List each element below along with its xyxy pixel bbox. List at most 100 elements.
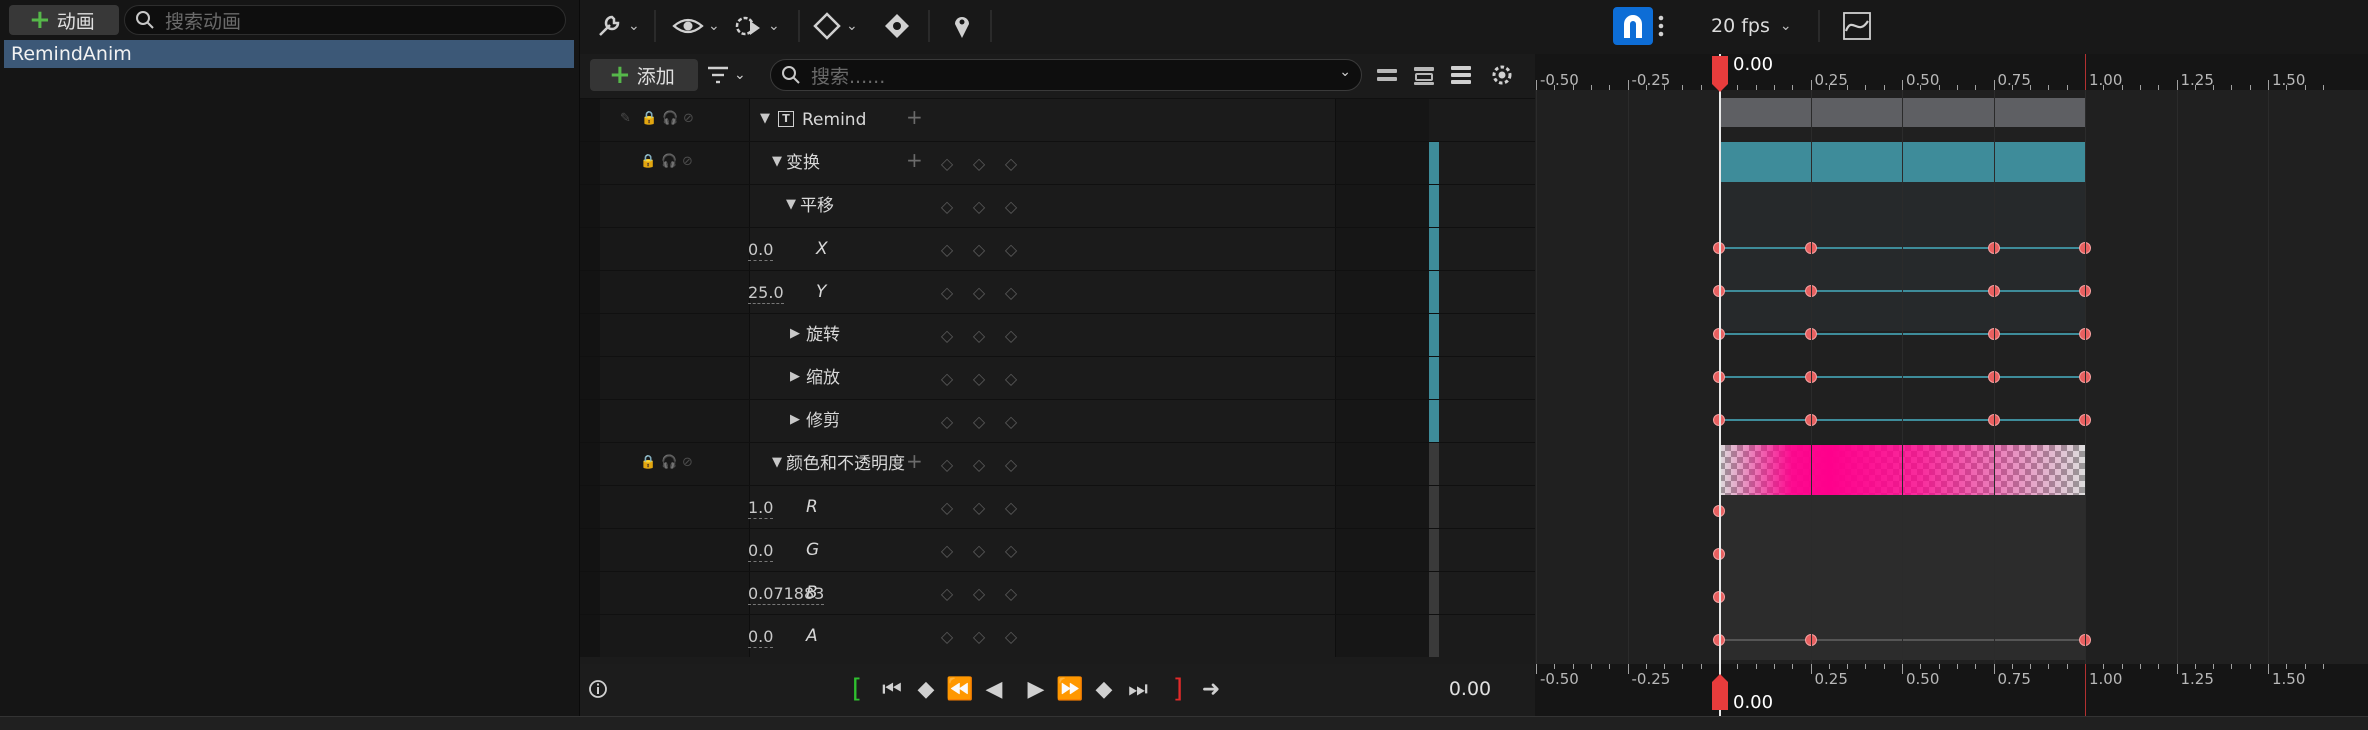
chevron-right-icon[interactable]: ▶ bbox=[790, 412, 800, 427]
track-row[interactable]: A 0.0 ◇ ◇ ◇ bbox=[580, 614, 1535, 657]
prev-key-icon[interactable]: ◇ bbox=[936, 240, 958, 259]
next-key-icon[interactable]: ◇ bbox=[1000, 627, 1022, 646]
add-key-icon[interactable]: ◇ bbox=[968, 455, 990, 474]
pin-icon[interactable]: ✎ bbox=[620, 111, 631, 126]
marker-button[interactable] bbox=[952, 8, 972, 44]
chevron-down-icon[interactable]: ▼ bbox=[772, 154, 782, 169]
track-value-field[interactable]: 0.0 bbox=[748, 627, 774, 648]
prev-key-icon[interactable]: ◇ bbox=[936, 627, 958, 646]
snap-toggle-button[interactable] bbox=[1613, 7, 1653, 45]
prev-key-icon[interactable]: ◇ bbox=[936, 584, 958, 603]
mute-icon[interactable]: ⊘ bbox=[682, 154, 693, 169]
playback-options-button[interactable]: ⌄ bbox=[732, 8, 780, 44]
add-key-icon[interactable]: ◇ bbox=[968, 154, 990, 173]
key-options-button[interactable]: ⌄ bbox=[812, 8, 858, 44]
prev-frame-button[interactable]: ⏪ bbox=[946, 674, 974, 704]
track-row[interactable]: ✎ 🔒 🎧 ⊘ ▼ T Remind + bbox=[580, 98, 1535, 141]
animation-list-item[interactable]: RemindAnim bbox=[4, 40, 574, 68]
next-frame-button[interactable]: ⏩ bbox=[1056, 674, 1084, 704]
prev-key-icon[interactable]: ◇ bbox=[936, 412, 958, 431]
jump-to-start-button[interactable]: ⏮ bbox=[878, 674, 906, 704]
next-key-icon[interactable]: ◇ bbox=[1000, 154, 1022, 173]
prev-key-icon[interactable]: ◇ bbox=[936, 326, 958, 345]
chevron-right-icon[interactable]: ▶ bbox=[790, 326, 800, 341]
next-key-icon[interactable]: ◇ bbox=[1000, 326, 1022, 345]
add-key-icon[interactable]: ◇ bbox=[968, 584, 990, 603]
add-key-icon[interactable]: ◇ bbox=[968, 283, 990, 302]
list-view-icon[interactable] bbox=[1448, 62, 1474, 88]
time-ruler-bottom[interactable]: -0.50 -0.25 0.25 0.50 0.75 1.00 1.25 1.50 bbox=[1535, 664, 2368, 700]
chevron-right-icon[interactable]: ▶ bbox=[790, 369, 800, 384]
next-key-icon[interactable]: ◇ bbox=[1000, 455, 1022, 474]
prev-key-icon[interactable]: ◇ bbox=[936, 369, 958, 388]
mute-icon[interactable]: ⊘ bbox=[683, 111, 694, 126]
next-key-icon[interactable]: ◇ bbox=[1000, 197, 1022, 216]
add-key-icon[interactable]: ◇ bbox=[968, 240, 990, 259]
playhead-handle-bottom[interactable] bbox=[1710, 672, 1730, 712]
track-row[interactable]: Y 25.0 ◇ ◇ ◇ bbox=[580, 270, 1535, 313]
set-start-button[interactable]: [ bbox=[845, 674, 869, 704]
add-track-button[interactable]: + 添加 bbox=[590, 59, 698, 91]
add-key-icon[interactable]: ◇ bbox=[968, 197, 990, 216]
settings-gear-icon[interactable] bbox=[1489, 62, 1515, 88]
set-end-button[interactable]: ] bbox=[1166, 674, 1190, 704]
add-subtrack-icon[interactable]: + bbox=[906, 449, 923, 473]
next-key-icon[interactable]: ◇ bbox=[1000, 240, 1022, 259]
track-row[interactable]: G 0.0 ◇ ◇ ◇ bbox=[580, 528, 1535, 571]
add-key-icon[interactable]: ◇ bbox=[968, 627, 990, 646]
loop-button[interactable]: ➜ bbox=[1196, 674, 1226, 704]
track-row[interactable]: R 1.0 ◇ ◇ ◇ bbox=[580, 485, 1535, 528]
time-ruler-top[interactable]: -0.50 -0.25 0.25 0.50 0.75 1.00 1.25 1.50 bbox=[1535, 54, 2368, 90]
lock-icon[interactable]: 🔒 bbox=[641, 111, 657, 126]
curve-editor-button[interactable] bbox=[1842, 8, 1872, 44]
next-key-icon[interactable]: ◇ bbox=[1000, 584, 1022, 603]
headphones-icon[interactable]: 🎧 bbox=[662, 111, 678, 126]
prev-key-button[interactable]: ◆ bbox=[912, 674, 940, 704]
add-subtrack-icon[interactable]: + bbox=[906, 105, 923, 129]
track-value-field[interactable]: 0.071883 bbox=[748, 584, 825, 605]
next-key-button[interactable]: ◆ bbox=[1090, 674, 1118, 704]
next-key-icon[interactable]: ◇ bbox=[1000, 412, 1022, 431]
add-key-icon[interactable]: ◇ bbox=[968, 412, 990, 431]
track-row[interactable]: X 0.0 ◇ ◇ ◇ bbox=[580, 227, 1535, 270]
add-key-icon[interactable]: ◇ bbox=[968, 498, 990, 517]
snap-options-button[interactable] bbox=[1657, 8, 1665, 44]
mute-icon[interactable]: ⊘ bbox=[682, 455, 693, 470]
info-button[interactable] bbox=[586, 674, 610, 704]
add-key-icon[interactable]: ◇ bbox=[968, 326, 990, 345]
chevron-down-icon[interactable]: ▼ bbox=[760, 111, 770, 126]
track-row[interactable]: ▶ 缩放 ◇ ◇ ◇ bbox=[580, 356, 1535, 399]
add-key-icon[interactable]: ◇ bbox=[968, 369, 990, 388]
track-row[interactable]: ▶ 旋转 ◇ ◇ ◇ bbox=[580, 313, 1535, 356]
framerate-dropdown[interactable]: 20 fps ⌄ bbox=[1711, 8, 1792, 44]
auto-key-button[interactable] bbox=[882, 8, 912, 44]
headphones-icon[interactable]: 🎧 bbox=[661, 455, 677, 470]
expand-tracks-icon[interactable] bbox=[1411, 62, 1437, 88]
track-row[interactable]: ▶ 修剪 ◇ ◇ ◇ bbox=[580, 399, 1535, 442]
prev-key-icon[interactable]: ◇ bbox=[936, 154, 958, 173]
prev-key-icon[interactable]: ◇ bbox=[936, 498, 958, 517]
play-button[interactable]: ▶ bbox=[1022, 674, 1050, 704]
play-reverse-button[interactable]: ◀ bbox=[980, 674, 1008, 704]
prev-key-icon[interactable]: ◇ bbox=[936, 283, 958, 302]
lock-icon[interactable]: 🔒 bbox=[640, 455, 656, 470]
chevron-down-icon[interactable]: ▼ bbox=[772, 455, 782, 470]
prev-key-icon[interactable]: ◇ bbox=[936, 455, 958, 474]
prev-key-icon[interactable]: ◇ bbox=[936, 541, 958, 560]
filter-button[interactable]: ⌄ bbox=[706, 60, 758, 90]
prev-key-icon[interactable]: ◇ bbox=[936, 197, 958, 216]
headphones-icon[interactable]: 🎧 bbox=[661, 154, 677, 169]
next-key-icon[interactable]: ◇ bbox=[1000, 498, 1022, 517]
track-search-input[interactable]: 搜索...... ⌄ bbox=[770, 59, 1362, 91]
add-key-icon[interactable]: ◇ bbox=[968, 541, 990, 560]
collapse-tracks-icon[interactable] bbox=[1374, 62, 1400, 88]
next-key-icon[interactable]: ◇ bbox=[1000, 283, 1022, 302]
track-value-field[interactable]: 25.0 bbox=[748, 283, 784, 304]
track-row[interactable]: 🔒 🎧 ⊘ ▼ 变换 + ◇ ◇ ◇ bbox=[580, 141, 1535, 184]
playhead-handle-top[interactable] bbox=[1710, 54, 1730, 94]
animation-search-input[interactable]: 搜索动画 bbox=[124, 5, 566, 35]
add-animation-button[interactable]: + 动画 bbox=[9, 5, 119, 35]
current-time-field[interactable]: 0.00 bbox=[1440, 674, 1500, 704]
tools-menu-button[interactable]: ⌄ bbox=[594, 8, 640, 44]
track-row[interactable]: ▼ 平移 ◇ ◇ ◇ bbox=[580, 184, 1535, 227]
